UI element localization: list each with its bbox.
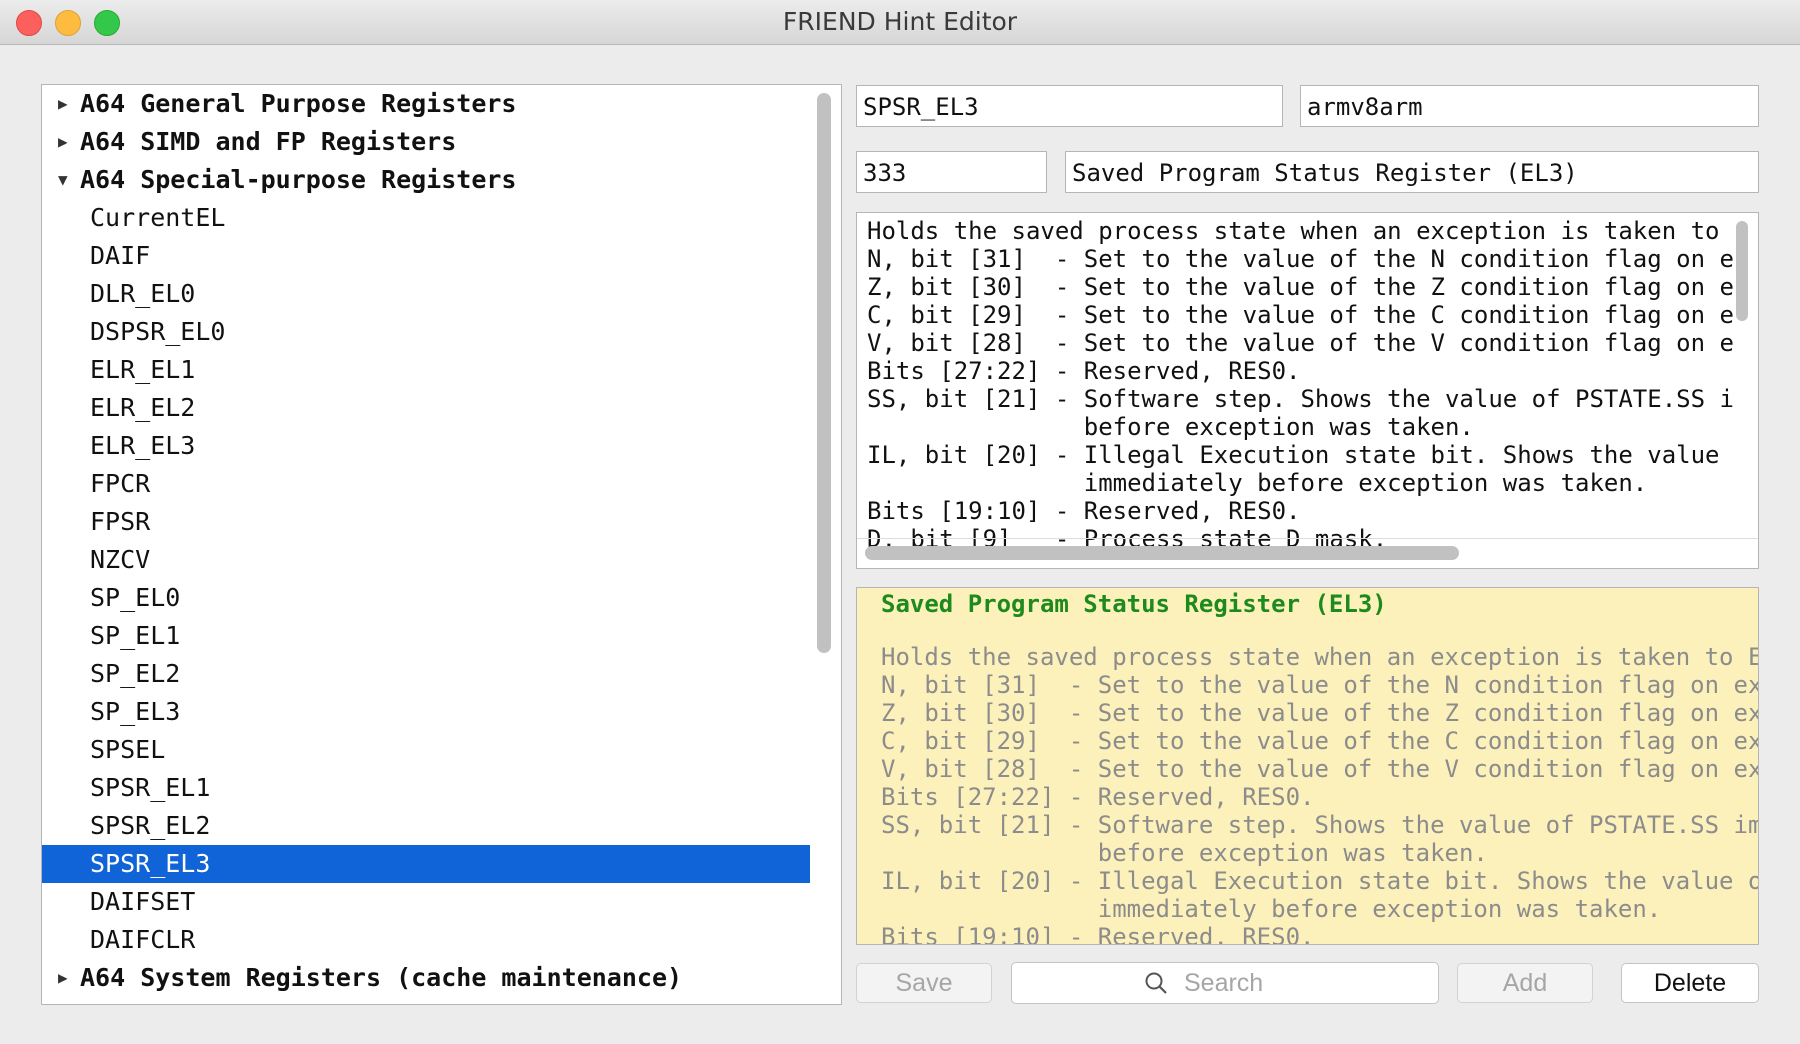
tree-register-label: ELR_EL2 [90,393,196,422]
register-tree[interactable]: ▶ A64 System Registers (cache maintenance… [41,84,842,1005]
delete-button[interactable]: Delete [1621,963,1759,1003]
tree-register-label: SPSR_EL1 [90,773,211,802]
register-id-field[interactable]: 333 [856,151,1047,193]
tree-register-label: SP_EL2 [90,659,181,688]
tree-register-row[interactable]: DAIF [42,237,810,275]
title-bar: FRIEND Hint Editor [0,0,1800,45]
tree-register-label: DAIFCLR [90,925,196,954]
tree-register-row[interactable]: NZCV [42,541,810,579]
tree-register-label: SP_EL0 [90,583,181,612]
tree-register-row[interactable]: DAIFSET [42,883,810,921]
tree-register-row[interactable]: FPCR [42,465,810,503]
hint-preview: Saved Program Status Register (EL3) Hold… [856,587,1759,945]
tree-register-row[interactable]: SP_EL0 [42,579,810,617]
architecture-field[interactable]: armv8arm [1300,85,1759,127]
tree-register-row[interactable]: SP_EL2 [42,655,810,693]
tree-register-row[interactable]: DLR_EL0 [42,275,810,313]
window-title: FRIEND Hint Editor [782,7,1018,36]
hint-text-editor[interactable]: Holds the saved process state when an ex… [856,212,1759,569]
tree-register-label: ELR_EL1 [90,355,196,384]
tree-register-label: ELR_EL3 [90,431,196,460]
tree-register-row[interactable]: SPSEL [42,731,810,769]
disclosure-expanded-icon[interactable]: ▼ [58,161,72,199]
disclosure-collapsed-icon[interactable]: ▶ [58,123,72,161]
tree-register-label: SPSEL [90,735,166,764]
tree-register-label: SP_EL1 [90,621,181,650]
tree-register-row[interactable]: SPSR_EL1 [42,769,810,807]
hint-text[interactable]: Holds the saved process state when an ex… [857,213,1758,553]
tree-register-label: SPSR_EL3 [90,849,211,878]
save-button[interactable]: Save [856,963,992,1003]
tree-group-label: A64 SIMD and FP Registers [80,127,457,156]
tree-register-label: NZCV [90,545,151,574]
tree-register-label: SPSR_EL2 [90,811,211,840]
search-placeholder: Search [1184,969,1264,997]
tree-register-row[interactable]: SP_EL3 [42,693,810,731]
tree-group-row[interactable]: ▼ A64 Special-purpose Registers [42,161,810,199]
tree-register-row[interactable]: CurrentEL [42,199,810,237]
tree-group-label: A64 Special-purpose Registers [80,165,517,194]
editor-divider [857,538,1758,539]
editor-vertical-scrollbar[interactable] [1736,221,1748,321]
tree-register-row[interactable]: SPSR_EL2 [42,807,810,845]
tree-register-label: DAIF [90,241,151,270]
tree-scrollbar[interactable] [817,93,831,653]
tree-register-row[interactable]: ELR_EL2 [42,389,810,427]
preview-text: Holds the saved process state when an ex… [881,643,1758,945]
tree-register-label: DAIFSET [90,887,196,916]
description-field[interactable]: Saved Program Status Register (EL3) [1065,151,1759,193]
tree-register-row[interactable]: DSPSR_EL0 [42,313,810,351]
editor-horizontal-scrollbar[interactable] [865,546,1459,560]
disclosure-collapsed-icon[interactable]: ▶ [58,959,72,997]
tree-register-label: DLR_EL0 [90,279,196,308]
tree-register-row[interactable]: FPSR [42,503,810,541]
tree-register-row[interactable]: DAIFCLR [42,921,810,959]
add-button[interactable]: Add [1457,963,1593,1003]
tree-register-label: FPSR [90,507,151,536]
tree-group-row[interactable]: ▶ A64 General Purpose Registers [42,85,810,123]
tree-group-label: A64 General Purpose Registers [80,89,517,118]
tree-register-row[interactable]: SPSR_EL3 [42,845,810,883]
tree-register-row[interactable]: ELR_EL3 [42,427,810,465]
search-field[interactable]: Search [1011,962,1439,1004]
tree-register-row[interactable]: ELR_EL1 [42,351,810,389]
tree-group-row[interactable]: ▶ A64 System Registers (cache maintenance… [42,959,810,997]
register-name-field[interactable]: SPSR_EL3 [856,85,1283,127]
tree-register-label: FPCR [90,469,151,498]
tree-register-label: SP_EL3 [90,697,181,726]
tree-register-label: CurrentEL [90,203,226,232]
tree-register-label: DSPSR_EL0 [90,317,226,346]
preview-title: Saved Program Status Register (EL3) [881,590,1387,618]
tree-group-label: A64 System Registers (cache maintenance) [80,963,683,992]
tree-register-row[interactable]: SP_EL1 [42,617,810,655]
search-icon [1145,972,1167,994]
disclosure-collapsed-icon[interactable]: ▶ [58,85,72,123]
tree-group-row[interactable]: ▶ A64 SIMD and FP Registers [42,123,810,161]
